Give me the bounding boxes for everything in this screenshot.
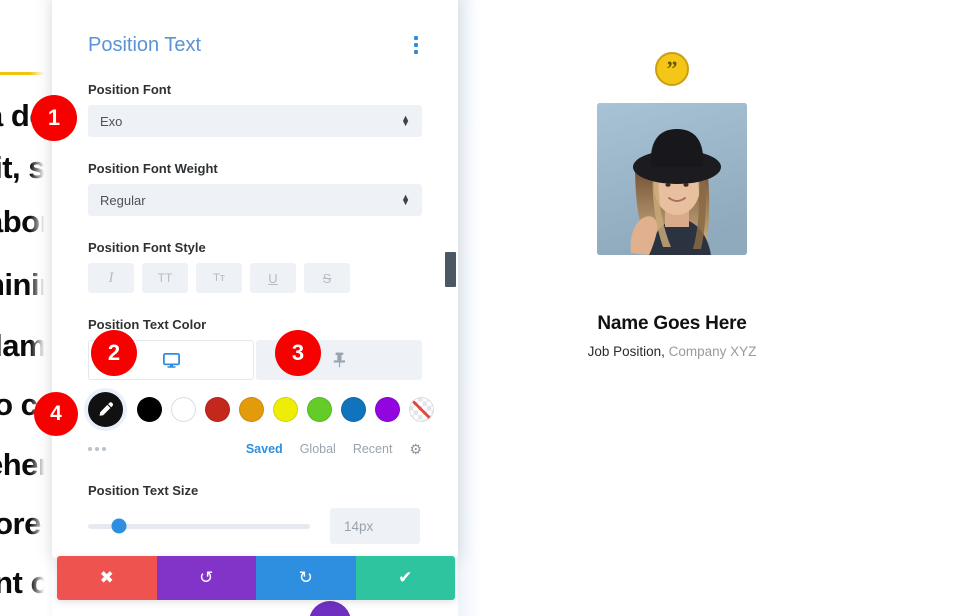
position-text-size-input[interactable]: 14px xyxy=(330,508,420,544)
panel-scrollbar[interactable] xyxy=(445,0,456,558)
background-fade-overlay xyxy=(30,0,52,616)
more-dots-icon[interactable] xyxy=(88,447,106,451)
eyedropper-button[interactable] xyxy=(88,392,123,427)
position-font-style-label: Position Font Style xyxy=(88,240,206,255)
palette-tabs-row: Saved Global Recent ⚙ xyxy=(88,439,422,459)
palette-tab-recent[interactable]: Recent xyxy=(353,442,393,456)
screen: a do lit, s abor ninin llam lo c eher lo… xyxy=(0,0,961,616)
position-text-size-label: Position Text Size xyxy=(88,483,199,498)
settings-panel: Position Text Position Font Exo ▲ ▼ Posit… xyxy=(52,0,458,558)
gear-icon[interactable]: ⚙ xyxy=(409,442,422,456)
swatch-green[interactable] xyxy=(307,397,332,422)
background-paragraph-column: a do lit, s abor ninin llam lo c eher lo… xyxy=(0,0,52,616)
redo-button[interactable]: ↻ xyxy=(256,556,356,600)
pin-icon xyxy=(333,352,345,368)
strikethrough-button[interactable]: S xyxy=(304,263,350,293)
swatch-orange[interactable] xyxy=(239,397,264,422)
position-font-label: Position Font xyxy=(88,82,172,97)
annotation-badge-2: 2 xyxy=(91,330,137,376)
preview-person-position: Job Position, Company XYZ xyxy=(540,344,804,359)
position-text-color-label: Position Text Color xyxy=(88,317,207,332)
position-text-size-slider[interactable] xyxy=(88,518,310,534)
portrait-illustration xyxy=(597,103,747,255)
desktop-monitor-icon xyxy=(162,352,180,368)
position-font-weight-select[interactable]: Regular ▲ ▼ xyxy=(88,184,422,216)
position-font-weight-label: Position Font Weight xyxy=(88,161,218,176)
position-font-value: Exo xyxy=(100,113,123,129)
annotation-badge-3: 3 xyxy=(275,330,321,376)
save-changes-button[interactable]: ✔ xyxy=(355,556,455,600)
color-swatch-row xyxy=(88,392,434,427)
position-font-select[interactable]: Exo ▲ ▼ xyxy=(88,105,422,137)
palette-tab-group: Saved Global Recent ⚙ xyxy=(246,442,422,456)
chevron-updown-icon: ▲ ▼ xyxy=(401,113,410,128)
chevron-updown-icon: ▲ ▼ xyxy=(401,192,410,207)
position-text-size-row: 14px xyxy=(88,508,422,544)
uppercase-button[interactable]: TT xyxy=(142,263,188,293)
swatch-purple[interactable] xyxy=(375,397,400,422)
swatch-transparent[interactable] xyxy=(409,397,434,422)
small-caps-button[interactable]: Tт xyxy=(196,263,242,293)
annotation-badge-1: 1 xyxy=(31,95,77,141)
underline-button[interactable]: U xyxy=(250,263,296,293)
swatch-yellow[interactable] xyxy=(273,397,298,422)
panel-shadow-strip xyxy=(458,0,482,616)
eyedropper-icon xyxy=(99,402,113,416)
quote-marks-icon: ” xyxy=(655,52,689,86)
preview-job-position: Job Position, xyxy=(587,344,665,359)
settings-panel-scroll-area[interactable]: Position Text Position Font Exo ▲ ▼ Posit… xyxy=(52,0,458,558)
settings-action-bar: ✖ ↺ ↻ ✔ xyxy=(57,556,455,600)
floating-settings-bubble[interactable] xyxy=(309,601,351,616)
testimonial-preview-card: ” Name Goes Here Job Position, Company X… xyxy=(540,40,804,359)
panel-title: Position Text xyxy=(88,33,202,56)
discard-changes-button[interactable]: ✖ xyxy=(57,556,157,600)
palette-tab-global[interactable]: Global xyxy=(300,442,336,456)
panel-header: Position Text xyxy=(88,0,422,58)
preview-person-name: Name Goes Here xyxy=(597,313,747,334)
slider-handle[interactable] xyxy=(111,518,127,534)
kebab-menu-icon[interactable] xyxy=(410,32,422,58)
annotation-badge-4: 4 xyxy=(34,392,78,436)
person-portrait-photo xyxy=(597,103,747,255)
palette-tab-saved[interactable]: Saved xyxy=(246,442,283,456)
swatch-white[interactable] xyxy=(171,397,196,422)
swatch-red[interactable] xyxy=(205,397,230,422)
preview-company-name: Company XYZ xyxy=(668,344,757,359)
color-field-row xyxy=(88,340,422,380)
undo-button[interactable]: ↺ xyxy=(156,556,256,600)
italic-button[interactable]: I xyxy=(88,263,134,293)
position-font-weight-value: Regular xyxy=(100,192,146,208)
swatch-black[interactable] xyxy=(137,397,162,422)
panel-scrollbar-thumb[interactable] xyxy=(445,252,456,287)
font-style-button-group: I TT Tт U S xyxy=(88,263,422,293)
swatch-blue[interactable] xyxy=(341,397,366,422)
